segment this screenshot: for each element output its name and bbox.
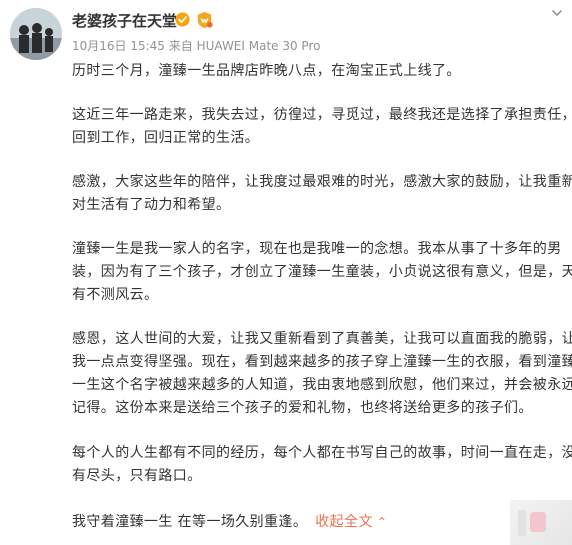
avatar[interactable] (10, 8, 62, 60)
paragraph-6: 每个人的人生都有不同的经历，每个人都在书写自己的故事，时间一直在走，没 有尽头，… (72, 442, 572, 488)
corner-thumbnail (510, 500, 572, 545)
text-line: 装，因为有了三个孩子，才创立了潼臻一生童装，小贞说这很有意义，但是，天 (72, 264, 572, 280)
vip-badge-icon[interactable] (195, 10, 214, 29)
verified-badge-icon (175, 12, 190, 27)
text-line: 记得。这份本来是送给三个孩子的爱和礼物，也终将送给更多的孩子们。 (72, 400, 533, 416)
post-source: 来自 HUAWEI Mate 30 Pro (168, 39, 321, 53)
paragraph-1: 历时三个月，潼臻一生品牌店昨晚八点，在淘宝正式上线了。 (72, 60, 564, 83)
text-line: 一生这个名字被越来越多的人知道，我由衷地感到欣慰，他们来过，并会被永远 (72, 377, 572, 393)
paragraph-2: 这近三年一路走来，我失去过，彷徨过，寻觅过，最终我还是选择了承担责任， 回到工作… (72, 104, 572, 150)
collapse-full-text-link[interactable]: 收起全文 (315, 514, 373, 530)
text-line: 我一点点变得坚强。现在，看到越来越多的孩子穿上潼臻一生的衣服，看到潼臻 (72, 354, 572, 370)
paragraph-5: 感恩，这人世间的大爱，让我又重新看到了真善美，让我可以直面我的脆弱，让 我一点点… (72, 328, 572, 420)
post-datetime[interactable]: 10月16日 15:45 (72, 39, 165, 53)
user-name[interactable]: 老婆孩子在天堂 (72, 10, 177, 31)
text-line: 感恩，这人世间的大爱，让我又重新看到了真善美，让我可以直面我的脆弱，让 (72, 331, 572, 347)
text-line: 有不测风云。 (72, 287, 159, 303)
text-line: 历时三个月，潼臻一生品牌店昨晚八点，在淘宝正式上线了。 (72, 63, 461, 79)
chevron-down-icon[interactable] (550, 6, 564, 20)
post-meta: 10月16日 15:45 来自 HUAWEI Mate 30 Pro (72, 37, 320, 54)
paragraph-3: 感激，大家这些年的陪伴，让我度过最艰难的时光，感激大家的鼓励，让我重新 对生活有… (72, 171, 572, 217)
chevron-up-icon[interactable]: ⌃ (377, 515, 387, 529)
text-line: 有尽头，只有路口。 (72, 468, 202, 484)
weibo-post: 老婆孩子在天堂 10月16日 15:45 来自 HUAWEI Mate 30 P… (0, 0, 572, 545)
text-line: 对生活有了动力和希望。 (72, 197, 231, 213)
paragraph-7: 我守着潼臻一生 在等一场久别重逢。 收起全文 ⌃ (72, 511, 564, 534)
paragraph-4: 潼臻一生是我一家人的名字，现在也是我唯一的念想。我本从事了十多年的男 装，因为有… (72, 238, 572, 307)
text-line: 感激，大家这些年的陪伴，让我度过最艰难的时光，感激大家的鼓励，让我重新 (72, 174, 572, 190)
text-line: 潼臻一生是我一家人的名字，现在也是我唯一的念想。我本从事了十多年的男 (72, 241, 562, 257)
text-line: 这近三年一路走来，我失去过，彷徨过，寻觅过，最终我还是选择了承担责任， (72, 107, 572, 123)
text-line: 每个人的人生都有不同的经历，每个人都在书写自己的故事，时间一直在走，没 (72, 445, 572, 461)
text-line: 回到工作，回归正常的生活。 (72, 130, 260, 146)
text-line: 我守着潼臻一生 在等一场久别重逢。 收起全文 ⌃ (72, 511, 564, 534)
final-line-text: 我守着潼臻一生 在等一场久别重逢。 (72, 514, 308, 530)
